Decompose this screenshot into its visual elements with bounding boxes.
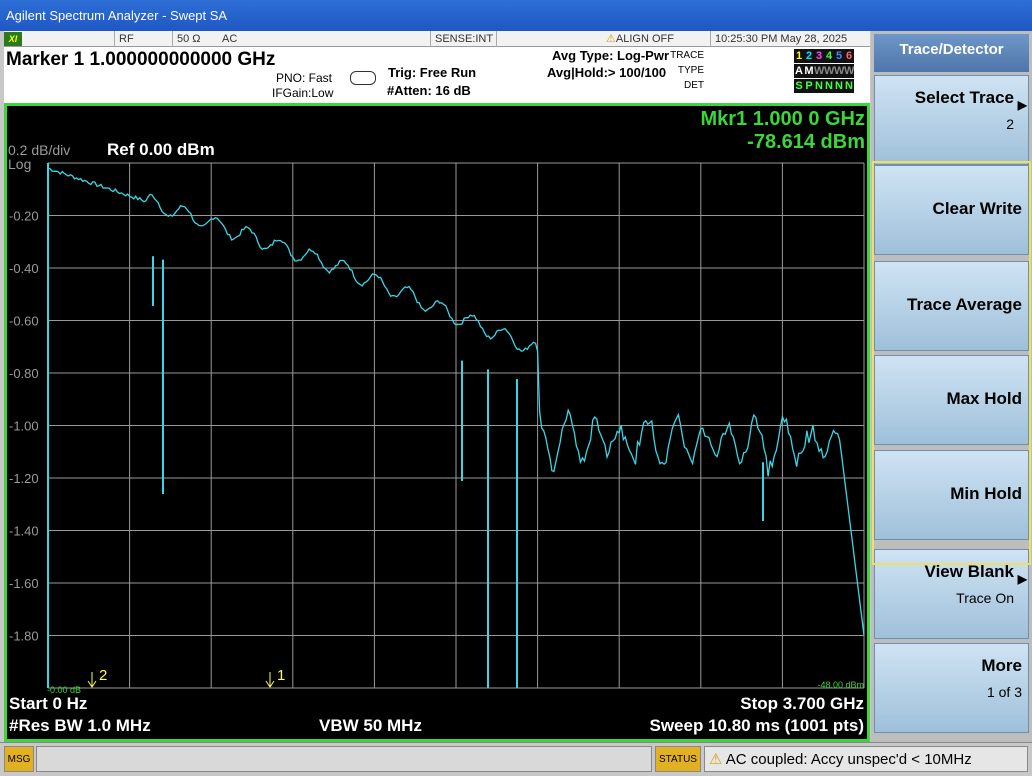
- trace-value: 1: [795, 50, 803, 62]
- softkey-select-trace[interactable]: Select Trace 2 ▶: [874, 75, 1029, 165]
- ref-level-label[interactable]: Ref 0.00 dBm: [107, 140, 215, 160]
- softkey-label: More: [981, 656, 1022, 675]
- trace-value: 6: [845, 50, 853, 62]
- status-bar: MSG STATUS ⚠ AC coupled: Accy unspec'd <…: [0, 742, 1032, 776]
- trace-value: 3: [815, 50, 823, 62]
- vbw-label[interactable]: VBW 50 MHz: [319, 716, 422, 736]
- app-logo-icon: XI: [4, 32, 22, 46]
- rf-label: RF: [114, 31, 138, 47]
- y-tick-label: -0.80: [9, 366, 39, 381]
- warning-icon: ⚠: [606, 33, 616, 45]
- measurement-header: Marker 1 1.000000000000 GHz PNO: Fast IF…: [4, 47, 870, 103]
- y-tick-label: -1.60: [9, 576, 39, 591]
- align-status: ⚠ALIGN OFF: [606, 33, 674, 45]
- ifgain-label: IFGain:Low: [272, 86, 334, 100]
- y-tick-label: -1.20: [9, 471, 39, 486]
- pno-toggle-icon: [350, 71, 376, 85]
- det-value: S: [795, 80, 803, 92]
- softkey-panel: Trace/Detector Select Trace 2 ▶ Clear Write…: [871, 31, 1032, 742]
- y-tick-label: -0.60: [9, 314, 39, 329]
- avg-hold-label: Avg|Hold:> 100/100: [547, 65, 667, 80]
- det-value: N: [845, 80, 853, 92]
- spectrum-plot[interactable]: -0.20 -0.40 -0.60 -0.80 -1.00 -1.20 -1.40 -1.60…: [7, 106, 867, 739]
- info-bar: XI RF 50 Ω AC SENSE:INT ⚠ALIGN OFF 10:25…: [4, 31, 870, 47]
- type-value: M: [804, 65, 814, 77]
- softkey-label: View Blank: [924, 562, 1014, 581]
- msg-button[interactable]: MSG: [4, 746, 34, 772]
- trace-mode-group-outline: [872, 161, 1031, 565]
- type-value: W: [834, 65, 845, 77]
- type-row-label: TYPE: [677, 65, 704, 76]
- trace-value: 5: [835, 50, 843, 62]
- trace-numbers: 123456: [794, 49, 854, 63]
- y-tick-label: -0.20: [9, 209, 39, 224]
- submenu-arrow-icon: ▶: [1017, 572, 1027, 586]
- softkey-sublabel: 2: [1006, 116, 1014, 132]
- start-freq-label[interactable]: Start 0 Hz: [9, 694, 87, 714]
- status-button[interactable]: STATUS: [655, 746, 701, 772]
- submenu-arrow-icon: ▶: [1017, 98, 1027, 112]
- type-value: W: [844, 65, 855, 77]
- pno-label: PNO: Fast: [276, 71, 333, 85]
- message-area: [36, 746, 652, 772]
- stop-freq-label[interactable]: Stop 3.700 GHz: [740, 694, 864, 714]
- y-tick-label: -1.80: [9, 629, 39, 644]
- softkey-more[interactable]: More 1 of 3: [874, 643, 1029, 733]
- softkey-label: Select Trace: [914, 88, 1014, 107]
- atten-label: #Atten: 16 dB: [387, 83, 471, 98]
- marker1-label[interactable]: 1: [277, 667, 285, 684]
- sense-label: SENSE:INT: [430, 31, 497, 47]
- trace-detectors: SPNNNN: [794, 79, 854, 93]
- status-message: ⚠ AC coupled: Accy unspec'd < 10MHz: [704, 746, 1028, 772]
- det-value: N: [835, 80, 843, 92]
- trace-value: 4: [825, 50, 833, 62]
- marker2-label[interactable]: 2: [99, 667, 107, 684]
- y-tick-label: -0.40: [9, 261, 39, 276]
- marker-readout-freq: Mkr1 1.000 0 GHz: [700, 108, 865, 130]
- trace-row-label: TRACE: [670, 50, 704, 61]
- trace-value: 2: [805, 50, 813, 62]
- warning-icon: ⚠: [709, 751, 723, 768]
- softkey-menu-title: Trace/Detector: [874, 34, 1029, 72]
- softkey-sublabel: Trace On: [956, 590, 1014, 606]
- bottom-level-label: -48.00 dBm: [817, 680, 864, 690]
- det-value: N: [815, 80, 823, 92]
- marker-title[interactable]: Marker 1 1.000000000000 GHz: [6, 49, 275, 71]
- softkey-sublabel: 1 of 3: [986, 684, 1022, 700]
- det-value: N: [825, 80, 833, 92]
- impedance-label: 50 Ω: [172, 31, 205, 47]
- y-tick-label: -1.00: [9, 419, 39, 434]
- spectrum-display[interactable]: -0.20 -0.40 -0.60 -0.80 -1.00 -1.20 -1.40 -1.60…: [4, 103, 870, 742]
- y-tick-label: -1.40: [9, 524, 39, 539]
- sweep-label[interactable]: Sweep 10.80 ms (1001 pts): [649, 716, 864, 736]
- trace-types: AMWWWW: [794, 64, 854, 78]
- type-value: A: [795, 65, 803, 77]
- window-title: Agilent Spectrum Analyzer - Swept SA: [0, 0, 1032, 31]
- det-value: P: [805, 80, 813, 92]
- scale-type-label: Log: [8, 156, 32, 172]
- marker-readout-amp: -78.614 dBm: [747, 131, 865, 153]
- avg-type-label: Avg Type: Log-Pwr: [552, 48, 669, 63]
- det-row-label: DET: [684, 80, 704, 91]
- trigger-label: Trig: Free Run: [388, 65, 477, 80]
- coupling-label: AC: [222, 33, 238, 45]
- rbw-label[interactable]: #Res BW 1.0 MHz: [9, 716, 151, 736]
- type-value: W: [824, 65, 835, 77]
- type-value: W: [814, 65, 825, 77]
- datetime-label: 10:25:30 PM May 28, 2025: [710, 31, 851, 47]
